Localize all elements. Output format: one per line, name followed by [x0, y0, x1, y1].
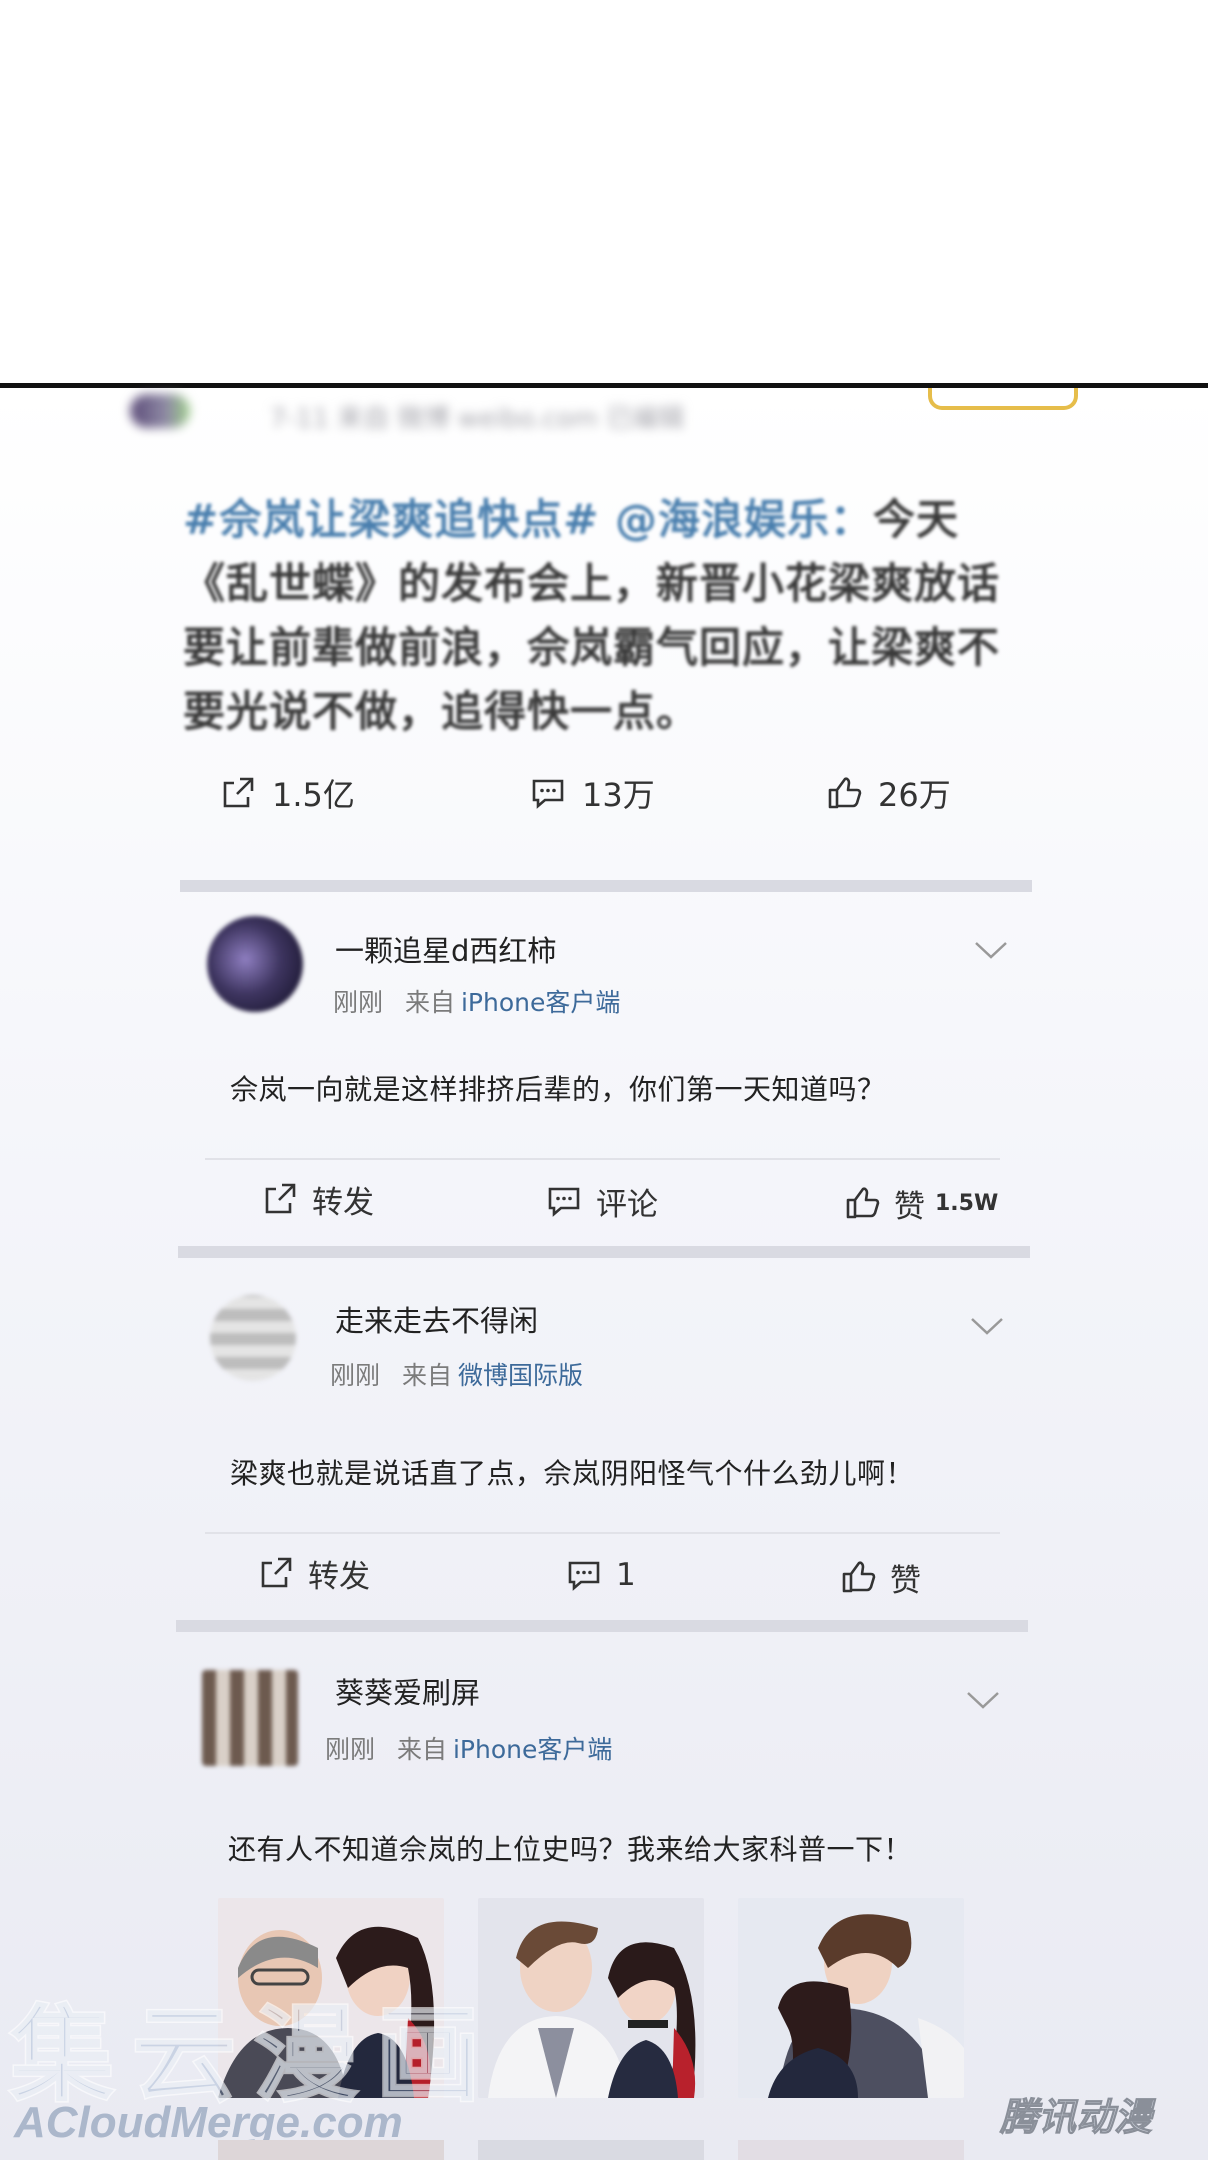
repost-stat[interactable]: 1.5亿 — [220, 768, 355, 818]
comment-time: 刚刚 — [325, 1735, 376, 1764]
post-meta: 7-11 来自 微博 weibo.com 已编辑 — [270, 404, 685, 434]
mention-link[interactable]: @海浪娱乐： — [615, 495, 873, 544]
comment-time: 刚刚 — [330, 1361, 381, 1390]
comment-button[interactable]: 1 — [566, 1552, 636, 1598]
comment-username[interactable]: 葵葵爱刷屏 — [335, 1670, 480, 1712]
chevron-down-icon[interactable] — [970, 1316, 1004, 1336]
follow-button[interactable] — [928, 388, 1078, 410]
like-count: 1.5W — [935, 1190, 999, 1216]
like-icon — [846, 1187, 880, 1219]
comment-meta: 刚刚 来自 iPhone客户端 — [325, 1730, 612, 1766]
repost-count: 1.5亿 — [272, 776, 355, 814]
like-icon — [828, 777, 862, 809]
divider — [205, 1532, 1000, 1534]
post-text: #佘岚让梁爽追快点# @海浪娱乐：今天《乱世蝶》的发布会上，新晋小花梁爽放话要让… — [183, 488, 1033, 744]
watermark-logo: 腾讯动漫 — [999, 2095, 1153, 2140]
comment-image-partial[interactable] — [218, 2140, 444, 2160]
comment-text: 梁爽也就是说话直了点，佘岚阴阳怪气个什么劲儿啊！ — [230, 1457, 915, 1490]
comment-source[interactable]: iPhone客户端 — [453, 1735, 612, 1764]
comment-icon — [532, 779, 564, 809]
repost-icon — [261, 1557, 292, 1588]
chevron-down-icon[interactable] — [966, 1690, 1000, 1710]
like-count: 26万 — [878, 776, 951, 814]
comment-image-partial[interactable] — [738, 2140, 964, 2160]
comment-text: 还有人不知道佘岚的上位史吗？我来给大家科普一下！ — [228, 1833, 913, 1866]
source-prefix: 来自 — [404, 988, 455, 1017]
avatar[interactable] — [210, 1295, 296, 1381]
section-separator — [180, 880, 1032, 892]
comment-source[interactable]: iPhone客户端 — [461, 988, 620, 1017]
source-prefix: 来自 — [396, 1735, 447, 1764]
chevron-down-icon[interactable] — [974, 940, 1008, 960]
comment-image[interactable] — [478, 1898, 704, 2098]
comment-count: 1 — [616, 1557, 636, 1593]
section-separator — [178, 1246, 1030, 1258]
avatar[interactable] — [202, 1670, 298, 1766]
comment-username[interactable]: 走来走去不得闲 — [335, 1298, 538, 1340]
divider — [205, 1158, 1000, 1160]
repost-button[interactable]: 转发 — [258, 1550, 370, 1596]
comment-icon — [548, 1187, 580, 1217]
like-button[interactable]: 赞 1.5W — [844, 1180, 998, 1226]
poster-avatar[interactable] — [130, 394, 190, 428]
section-separator — [176, 1620, 1028, 1632]
post-header: 7-11 来自 微博 weibo.com 已编辑 — [130, 388, 850, 438]
like-stat[interactable]: 26万 — [826, 768, 951, 818]
like-label: 赞 — [890, 1562, 921, 1599]
repost-label: 转发 — [312, 1184, 374, 1221]
comment-username[interactable]: 一颗追星d西红柿 — [335, 928, 556, 970]
repost-button[interactable]: 转发 — [262, 1176, 374, 1222]
comment-time: 刚刚 — [333, 988, 384, 1017]
comment-meta: 刚刚 来自 微博国际版 — [330, 1356, 583, 1392]
comment-image[interactable] — [738, 1898, 964, 2098]
source-prefix: 来自 — [401, 1361, 452, 1390]
comment-text: 佘岚一向就是这样排挤后辈的，你们第一天知道吗？ — [230, 1073, 886, 1106]
like-button[interactable]: 赞 — [840, 1554, 921, 1600]
like-label: 赞 — [894, 1188, 925, 1225]
comment-button[interactable]: 评论 — [546, 1178, 658, 1224]
comment-image-partial[interactable] — [478, 2140, 704, 2160]
comment-meta: 刚刚 来自 iPhone客户端 — [333, 983, 620, 1019]
comment-count: 13万 — [582, 776, 655, 814]
avatar[interactable] — [207, 916, 303, 1012]
repost-icon — [223, 777, 254, 808]
repost-label: 转发 — [308, 1558, 370, 1595]
comment-label: 评论 — [596, 1186, 658, 1223]
comment-icon — [568, 1561, 600, 1591]
comment-source[interactable]: 微博国际版 — [458, 1361, 583, 1390]
blank-top-area — [0, 0, 1208, 384]
repost-icon — [265, 1183, 296, 1214]
hashtag-link[interactable]: #佘岚让梁爽追快点# — [183, 495, 599, 544]
comment-stat[interactable]: 13万 — [530, 768, 655, 818]
like-icon — [842, 1561, 876, 1593]
